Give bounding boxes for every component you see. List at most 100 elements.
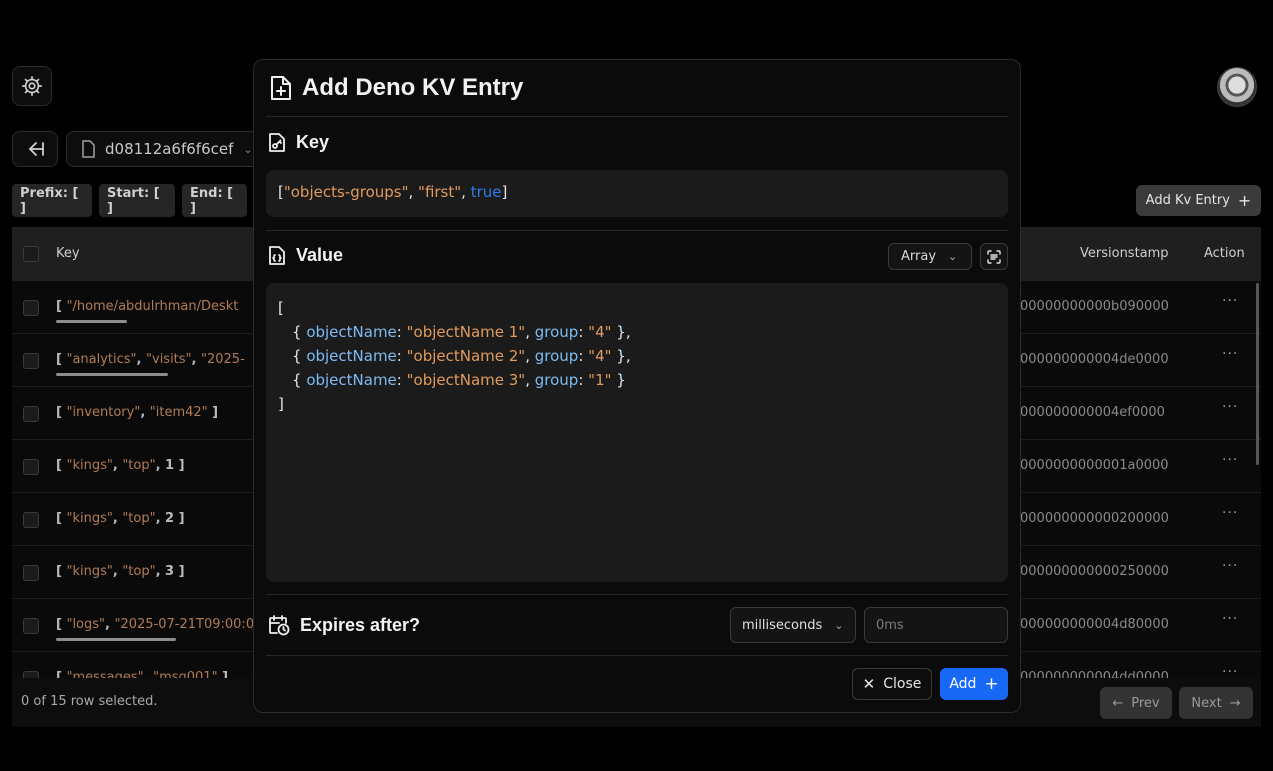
prefix-filter[interactable]: Prefix: [ ] <box>12 184 92 217</box>
column-versionstamp[interactable]: Versionstamp <box>1080 246 1169 261</box>
code-token: objectName <box>306 347 397 365</box>
code-token: group <box>534 347 579 365</box>
key-part: "logs" <box>66 617 106 632</box>
dialog-title-text: Add Deno KV Entry <box>302 74 524 101</box>
key-part: "2025-07-21T09:00:0 <box>114 617 255 632</box>
file-key-icon <box>269 133 285 152</box>
key-scroll-indicator[interactable] <box>56 373 168 376</box>
code-token: "objectName 2" <box>406 347 526 365</box>
database-name: d08112a6f6f6cef <box>105 140 234 158</box>
end-filter[interactable]: End: [ ] <box>182 184 247 217</box>
key-scroll-indicator[interactable] <box>56 638 176 641</box>
code-line: [ <box>278 296 996 320</box>
code-token: : <box>396 347 407 365</box>
row-versionstamp: 000000000000200000 <box>1020 511 1169 526</box>
key-part: "top" <box>122 458 156 473</box>
code-token: "4" <box>588 323 612 341</box>
row-checkbox[interactable] <box>23 512 39 528</box>
code-token: } <box>611 371 626 389</box>
settings-button[interactable] <box>12 66 52 106</box>
database-select[interactable]: d08112a6f6f6cef ⌄ <box>66 131 266 167</box>
key-part: "/home/abdulrhman/Deskt <box>66 299 239 314</box>
row-key: [ "/home/abdulrhman/Deskt <box>56 299 239 314</box>
add-label: Add <box>949 676 977 692</box>
code-token: [ <box>278 299 284 317</box>
row-checkbox[interactable] <box>23 406 39 422</box>
chevron-down-icon: ⌄ <box>834 618 844 632</box>
row-checkbox[interactable] <box>23 671 39 678</box>
code-token: { <box>292 347 307 365</box>
dialog-title: Add Deno KV Entry <box>270 74 523 102</box>
expires-input[interactable] <box>864 607 1008 643</box>
column-key[interactable]: Key <box>56 246 80 261</box>
row-checkbox[interactable] <box>23 618 39 634</box>
expires-unit-selected: milliseconds <box>742 617 823 633</box>
table-scrollbar[interactable] <box>1256 283 1259 465</box>
next-button[interactable]: Next → <box>1179 687 1253 719</box>
code-token: , <box>525 323 535 341</box>
key-part: 3 <box>165 564 175 579</box>
code-token: "first" <box>418 183 462 201</box>
more-horizontal-icon[interactable]: ··· <box>1222 452 1238 468</box>
key-part: "kings" <box>66 458 113 473</box>
key-scroll-indicator[interactable] <box>56 320 127 323</box>
code-token: { <box>292 323 307 341</box>
more-horizontal-icon[interactable]: ··· <box>1222 611 1238 627</box>
row-key: [ "messages", "msg001" ] <box>56 670 228 678</box>
scan-text-icon <box>987 249 1001 264</box>
key-part: "msg001" <box>153 670 218 678</box>
more-horizontal-icon[interactable]: ··· <box>1222 664 1238 678</box>
back-button[interactable] <box>12 131 58 167</box>
format-button[interactable] <box>980 243 1008 270</box>
chevron-down-icon: ⌄ <box>243 142 253 156</box>
key-part: 1 <box>165 458 175 473</box>
value-type-selected: Array <box>901 249 937 264</box>
select-all-checkbox[interactable] <box>23 246 39 262</box>
value-editor[interactable]: [ { objectName: "objectName 1", group: "4… <box>266 283 1008 582</box>
code-token: ] <box>278 395 284 413</box>
prev-label: Prev <box>1131 695 1160 711</box>
user-avatar[interactable] <box>1217 67 1257 107</box>
row-checkbox[interactable] <box>23 353 39 369</box>
row-versionstamp: 00000000000b090000 <box>1020 299 1169 314</box>
code-token: : <box>396 371 407 389</box>
code-token: "objectName 3" <box>406 371 526 389</box>
next-label: Next <box>1191 695 1222 711</box>
row-versionstamp: 000000000000250000 <box>1020 564 1169 579</box>
expires-unit-select[interactable]: milliseconds ⌄ <box>730 607 856 643</box>
prev-button[interactable]: ← Prev <box>1100 687 1172 719</box>
calendar-clock-icon <box>269 615 290 636</box>
more-horizontal-icon[interactable]: ··· <box>1222 558 1238 574</box>
code-token: "objectName 1" <box>406 323 526 341</box>
code-line: { objectName: "objectName 2", group: "4"… <box>278 344 996 368</box>
arrow-left-icon: ← <box>1112 695 1124 711</box>
code-line: { objectName: "objectName 3", group: "1"… <box>278 368 996 392</box>
more-horizontal-icon[interactable]: ··· <box>1222 399 1238 415</box>
key-part: "item42" <box>149 405 208 420</box>
selection-status: 0 of 15 row selected. <box>21 694 158 709</box>
row-checkbox[interactable] <box>23 565 39 581</box>
row-key: [ "kings", "top", 1 ] <box>56 458 185 473</box>
code-token: { <box>292 371 307 389</box>
row-checkbox[interactable] <box>23 459 39 475</box>
key-editor[interactable]: ["objects-groups", "first", true] <box>266 170 1008 217</box>
code-token: "4" <box>588 347 612 365</box>
row-checkbox[interactable] <box>23 300 39 316</box>
arrow-right-icon: → <box>1229 695 1241 711</box>
more-horizontal-icon[interactable]: ··· <box>1222 505 1238 521</box>
add-button[interactable]: Add + <box>940 668 1008 700</box>
code-token: : <box>396 323 407 341</box>
key-part: "visits" <box>146 352 192 367</box>
more-horizontal-icon[interactable]: ··· <box>1222 346 1238 362</box>
more-horizontal-icon[interactable]: ··· <box>1222 293 1238 309</box>
row-versionstamp: 000000000004d80000 <box>1020 617 1169 632</box>
close-icon: ✕ <box>862 675 876 693</box>
code-token: }, <box>611 323 631 341</box>
close-button[interactable]: ✕ Close <box>852 668 932 700</box>
start-filter[interactable]: Start: [ ] <box>99 184 175 217</box>
plus-icon: + <box>984 674 999 694</box>
add-kv-entry-button[interactable]: Add Kv Entry + <box>1136 185 1261 216</box>
value-type-select[interactable]: Array ⌄ <box>888 243 972 270</box>
key-part: "kings" <box>66 511 113 526</box>
expires-section-label: Expires after? <box>300 614 421 635</box>
